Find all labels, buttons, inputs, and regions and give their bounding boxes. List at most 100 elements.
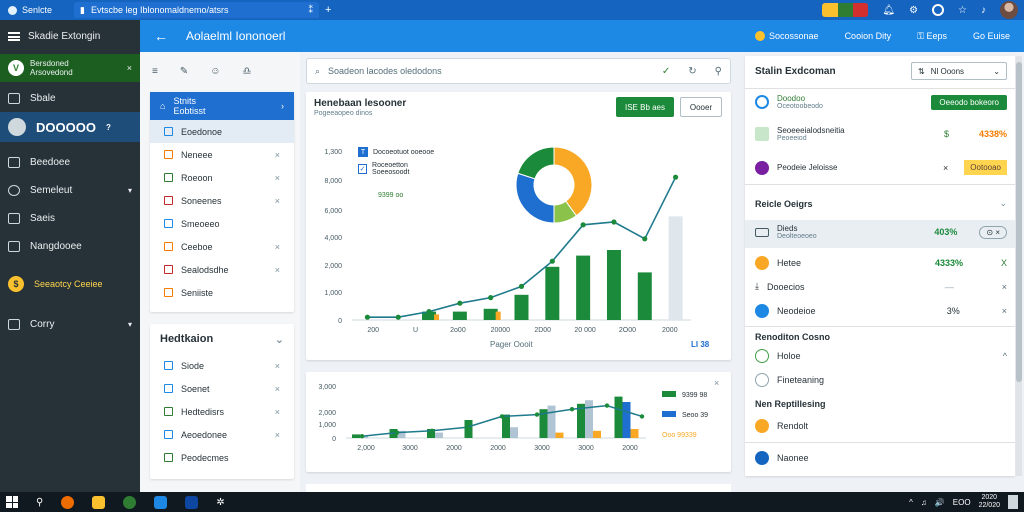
selected-row[interactable]: Dieds Deolteoeoeo 403% ⊙ × (755, 224, 1007, 240)
header-link-socossonae[interactable]: Socossonae (755, 31, 819, 42)
remove-icon[interactable]: × (275, 242, 280, 252)
extension-red-icon[interactable] (853, 3, 869, 17)
checkbox-icon[interactable] (164, 407, 173, 416)
remove-icon[interactable]: × (275, 361, 280, 371)
close-icon[interactable]: × (1002, 306, 1007, 316)
browser-tab[interactable]: ▮ Evtscbe leg Iblonomaldnemo/atsrs ⁑ (74, 2, 319, 18)
close-icon[interactable]: × (1002, 282, 1007, 292)
tray-chevron-icon[interactable]: ^ (909, 498, 913, 507)
header-link-cooion[interactable]: Cooion Dity (845, 31, 892, 41)
bell-icon[interactable]: 🔔︎ (882, 5, 895, 16)
checkbox-icon[interactable] (164, 127, 173, 136)
volume-icon[interactable]: 🔊 (935, 498, 945, 507)
windows-start-icon[interactable] (6, 496, 18, 508)
option-row[interactable]: Naonee (755, 451, 1007, 465)
sidebar-item-nangdooee[interactable]: Nangdooee (0, 232, 140, 260)
back-button[interactable]: ← (154, 28, 168, 44)
clock[interactable]: 2020 22/020 (979, 494, 1000, 510)
remove-icon[interactable]: × (275, 196, 280, 206)
option-row[interactable]: Fineteaning (755, 373, 1007, 387)
filter-row[interactable]: Sealodsdhe × (150, 258, 294, 281)
filter-row[interactable]: Neneee × (150, 143, 294, 166)
audio-icon[interactable]: ♫ (921, 498, 927, 507)
filter-row[interactable]: Peodecmes (150, 446, 294, 469)
notification-center-icon[interactable] (1008, 495, 1018, 509)
checkbox-icon[interactable] (164, 219, 173, 228)
folder-icon[interactable] (92, 495, 106, 509)
sidebar-item-sbale[interactable]: Sbale (0, 84, 140, 112)
scale-icon[interactable]: ♎ (242, 66, 251, 88)
filter-row[interactable]: Soneenes × (150, 189, 294, 212)
checkbox-icon[interactable] (164, 453, 173, 462)
app-icon[interactable] (123, 495, 137, 509)
user-avatar[interactable] (1000, 1, 1018, 19)
checkbox-icon[interactable] (164, 265, 173, 274)
checkbox-icon[interactable] (164, 196, 173, 205)
mail-icon[interactable] (154, 495, 168, 509)
filter-row[interactable]: Roeoon × (150, 166, 294, 189)
toggle-pill[interactable]: ⊙ × (979, 225, 1007, 239)
action-button[interactable]: Oeeodo bokeoro (931, 94, 1007, 110)
remove-icon[interactable]: × (275, 430, 280, 440)
extension-group[interactable] (822, 3, 869, 17)
sidebar-selected-account[interactable]: V Bersdoned Arsovedond × (0, 54, 140, 82)
summary-row[interactable]: Peodeie Jeloisse × Ootooao (755, 160, 1007, 175)
header-link-eeps[interactable]: ⚿ Eeps (917, 31, 947, 42)
filter-row[interactable]: Seniiste (150, 281, 294, 304)
filter-row[interactable]: Ceeboe × (150, 235, 294, 258)
language-indicator[interactable]: EOO (953, 498, 971, 507)
filter-row[interactable]: Hedtedisrs × (150, 400, 294, 423)
extension-yellow-icon[interactable] (822, 3, 838, 17)
edit-icon[interactable]: ✎ (180, 66, 188, 88)
remove-icon[interactable]: × (275, 407, 280, 417)
record-icon[interactable] (932, 4, 945, 16)
section-header[interactable]: Reicle Oeigrs ⌄ (755, 198, 1007, 209)
face-icon[interactable]: ☺ (210, 66, 220, 88)
checkbox-icon[interactable] (164, 430, 173, 439)
menu-icon[interactable] (8, 31, 20, 41)
metric-row[interactable]: Hetee 4333% X (755, 256, 1007, 270)
chevron-up-icon[interactable]: ^ (1003, 351, 1007, 361)
filter-row[interactable]: Soenet × (150, 377, 294, 400)
browser-icon[interactable] (61, 495, 75, 509)
refresh-icon[interactable]: ↻ (688, 66, 696, 77)
option-row[interactable]: Holoe ^ (755, 349, 1007, 363)
checkbox-icon[interactable] (164, 150, 173, 159)
checkbox-icon[interactable] (164, 288, 173, 297)
filter-card-secondary-header[interactable]: Hedtkaion ⌄ (150, 324, 294, 354)
sidebar-item-active[interactable]: DOOOOO ? (0, 112, 140, 142)
tab-close-button[interactable]: ⁑ (309, 5, 314, 16)
option-row[interactable]: Rendolt (755, 419, 1007, 433)
remove-icon[interactable]: × (275, 173, 280, 183)
sidebar-item-corry[interactable]: Corry ▾ (0, 310, 140, 338)
chart2-close-button[interactable]: × (714, 378, 719, 388)
store-icon[interactable] (185, 495, 199, 509)
account-close-button[interactable]: × (127, 63, 132, 73)
checkbox-icon[interactable] (164, 384, 173, 393)
metric-row[interactable]: ⤓ Dooecios — × (755, 281, 1007, 292)
filter-row[interactable]: Eoedonoe (150, 120, 294, 143)
close-icon[interactable]: × (943, 163, 948, 173)
filter-row[interactable]: Aeoedonee × (150, 423, 294, 446)
search-icon[interactable]: ⚲ (36, 497, 43, 508)
settings-icon[interactable]: ✲ (216, 497, 224, 508)
sidebar-item-seeaotcy[interactable]: $ Seeaotcy Ceeiee (0, 270, 140, 298)
metric-row[interactable]: Neodeioe 3% × (755, 304, 1007, 318)
sidebar-item-saeis[interactable]: Saeis (0, 204, 140, 232)
checkbox-icon[interactable] (164, 242, 173, 251)
new-tab-button[interactable]: + (325, 4, 331, 16)
browser-brand[interactable]: Senlcte (0, 5, 74, 15)
summary-row[interactable]: Seoeeeialodsneitia Peoeeiod $ 4338% (755, 126, 1007, 142)
sidebar-item-semeleut[interactable]: Semeleut ▾ (0, 176, 140, 204)
sidebar-item-beedoee[interactable]: Beedoee (0, 148, 140, 176)
header-link-goeuise[interactable]: Go Euise (973, 31, 1010, 41)
checkbox-icon[interactable] (164, 361, 173, 370)
remove-icon[interactable]: × (275, 150, 280, 160)
notification-icon[interactable]: ♪ (981, 5, 986, 16)
star-icon[interactable]: ☆ (958, 5, 967, 16)
close-icon[interactable]: X (1001, 258, 1007, 268)
verified-icon[interactable]: ✓ (662, 66, 670, 77)
right-panel-dropdown[interactable]: ⇅ Nl Ooons ⌄ (911, 62, 1007, 80)
summary-row[interactable]: Doodoo Oceotoobeodo Oeeodo bokeoro (755, 94, 1007, 110)
remove-icon[interactable]: × (275, 384, 280, 394)
